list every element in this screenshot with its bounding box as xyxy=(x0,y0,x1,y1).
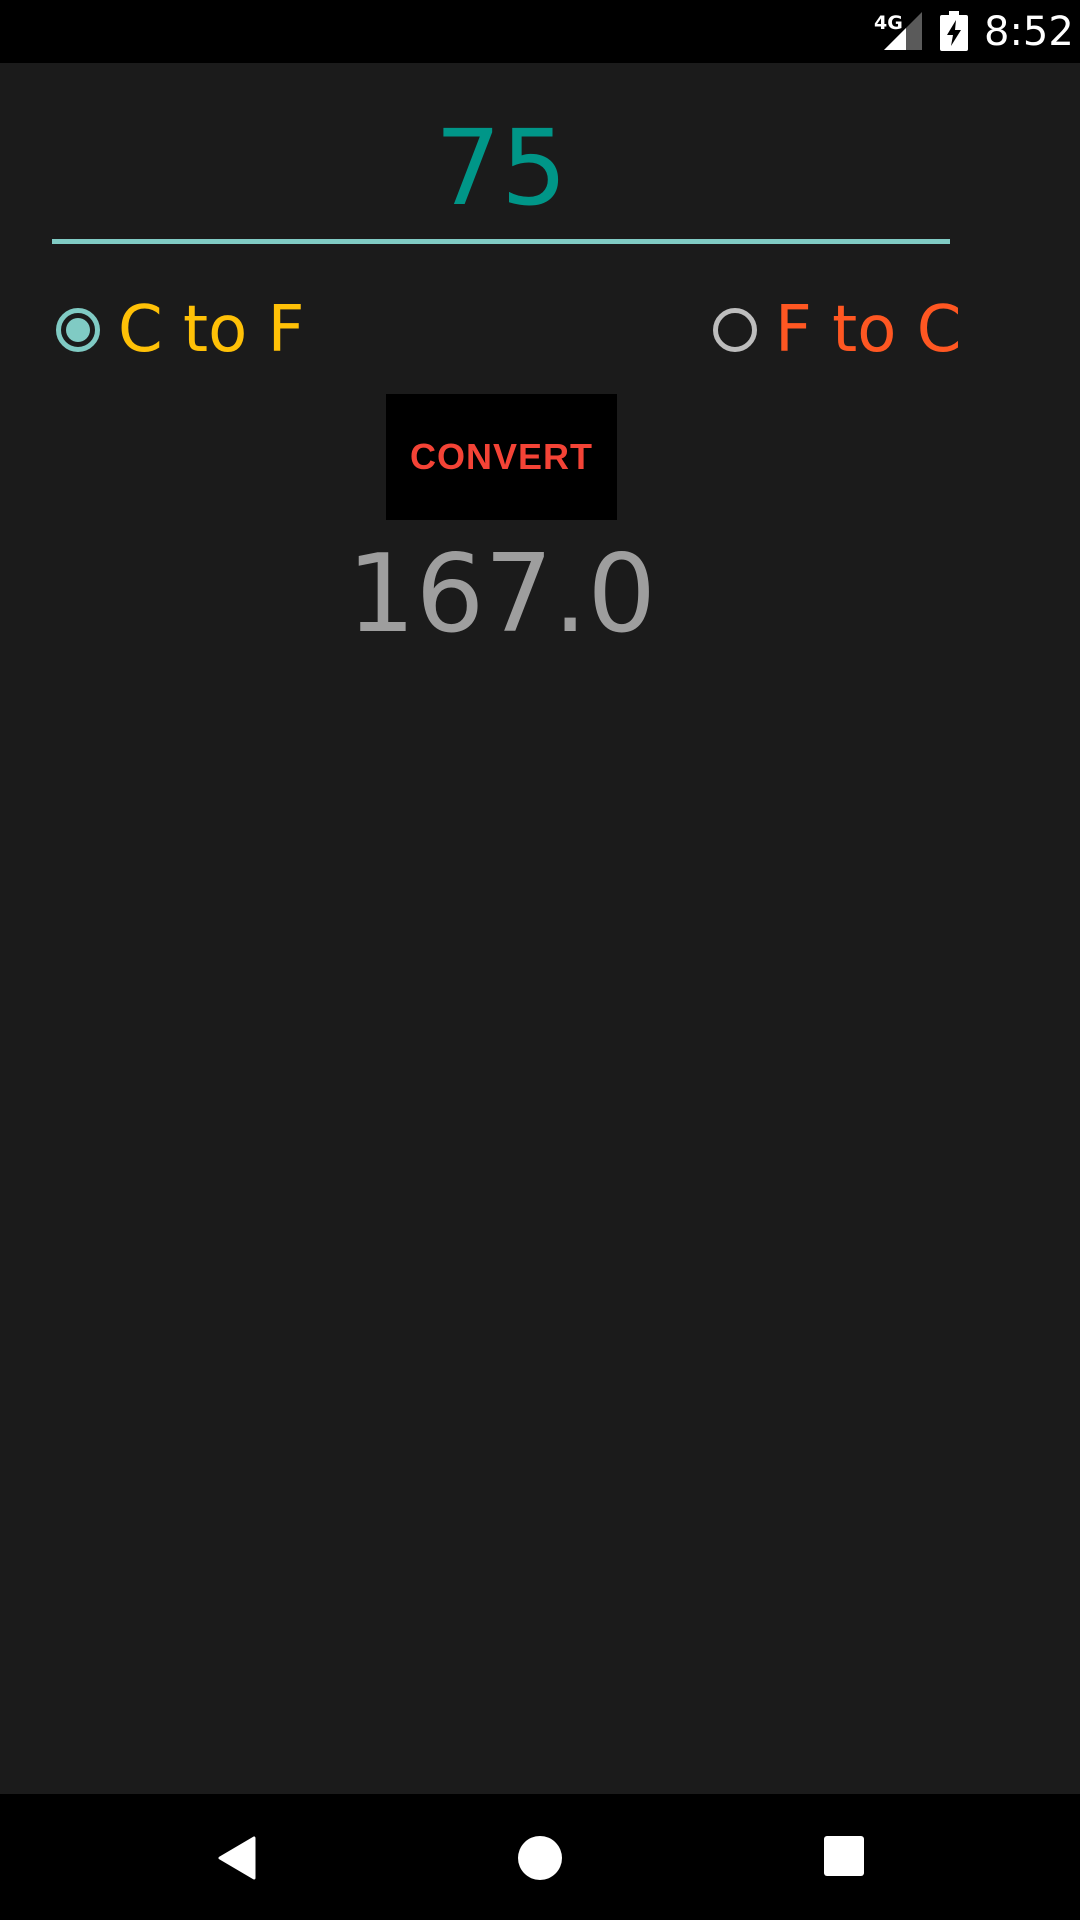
radio-dot xyxy=(66,318,90,342)
radio-f-to-c-label: F to C xyxy=(775,293,962,367)
recents-icon[interactable] xyxy=(824,1836,864,1876)
signal-icon xyxy=(884,12,922,50)
radio-c-to-f-label: C to F xyxy=(118,293,305,367)
radio-c-to-f[interactable]: C to F xyxy=(56,295,304,365)
app-screen: 4G 8:52 75 C to F F to C CONVERT 167.0 xyxy=(0,0,1080,1920)
home-icon[interactable] xyxy=(518,1836,562,1880)
convert-button[interactable]: CONVERT xyxy=(386,394,617,520)
radio-checked-icon xyxy=(56,308,100,352)
radio-unchecked-icon xyxy=(713,308,757,352)
clock: 8:52 xyxy=(984,9,1074,55)
input-underline xyxy=(52,239,950,244)
temperature-input[interactable]: 75 xyxy=(52,108,950,228)
status-bar: 4G 8:52 xyxy=(0,0,1080,63)
navigation-bar xyxy=(0,1794,1080,1920)
back-icon[interactable] xyxy=(216,1836,256,1880)
radio-f-to-c[interactable]: F to C xyxy=(713,295,961,365)
battery-charging-icon xyxy=(940,11,968,51)
result-value: 167.0 xyxy=(346,532,657,657)
